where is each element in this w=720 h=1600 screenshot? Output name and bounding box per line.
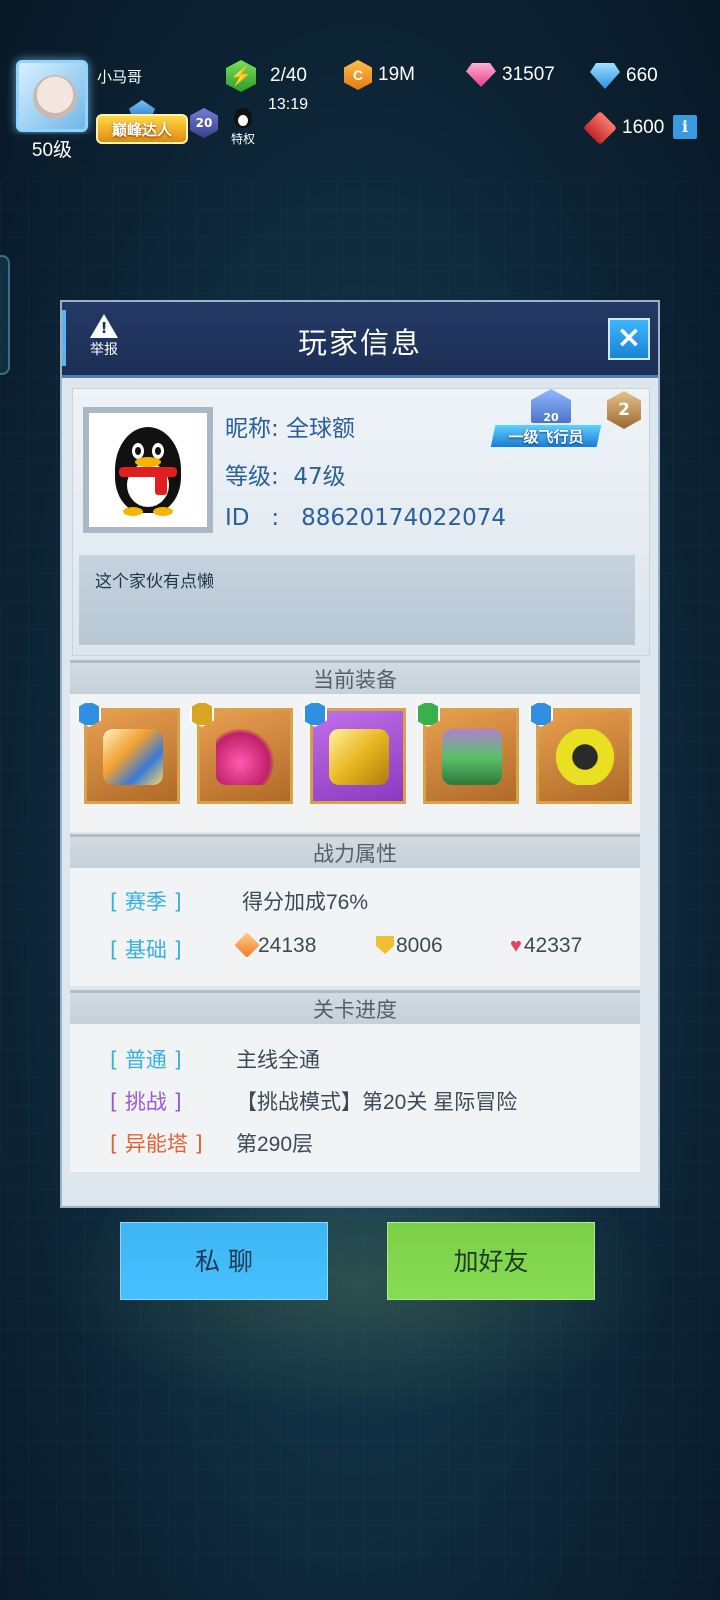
- background-glow: [0, 1180, 720, 1440]
- equip-slot-gold-chip[interactable]: [303, 701, 406, 804]
- equipment-header: 当前装备: [70, 660, 640, 694]
- pink-gem-icon: [466, 63, 496, 87]
- profile-id: ID : 88620174022074: [225, 505, 506, 531]
- season-value: 得分加成76%: [242, 891, 369, 914]
- diamond-counter[interactable]: 660: [590, 63, 658, 89]
- diamond-value: 660: [626, 65, 658, 86]
- season-label: [ 赛季 ]: [110, 890, 182, 914]
- health-stat: ♥42337: [510, 934, 582, 958]
- fighter-ship-icon: [103, 729, 163, 785]
- pink-gem-value: 31507: [502, 64, 555, 85]
- add-friend-button[interactable]: 加好友: [387, 1222, 595, 1300]
- normal-label: [ 普通 ]: [110, 1048, 182, 1072]
- bio-text: 这个家伙有点懒: [95, 572, 214, 592]
- rarity-gem-icon: [77, 701, 101, 727]
- player-level: 50级: [12, 134, 92, 163]
- bio-box: 这个家伙有点懒: [79, 555, 635, 645]
- challenge-label: [ 挑战 ]: [110, 1090, 182, 1114]
- energy-counter[interactable]: ⚡ 2/40: [226, 60, 307, 92]
- avatar-face: [33, 75, 77, 119]
- token-value: 1600: [622, 117, 665, 138]
- combat-section: 战力属性 [ 赛季 ] 得分加成76% [ 基础 ] 24138 8006 ♥4…: [70, 834, 640, 986]
- equip-slot-pink-claw[interactable]: [190, 701, 293, 804]
- gold-chip-icon: [329, 729, 389, 785]
- side-drawer-handle[interactable]: [0, 255, 10, 375]
- token-counter[interactable]: 1600: [583, 111, 665, 145]
- tier-badge: 2: [607, 391, 641, 429]
- dialog-header: ! 举报 玩家信息 ×: [62, 302, 658, 378]
- penguin-avatar-icon: [115, 427, 181, 517]
- sword-icon: [234, 932, 260, 958]
- combat-header: 战力属性: [70, 834, 640, 868]
- coin-counter[interactable]: C 19M: [344, 60, 415, 90]
- privilege-label: 特权: [230, 132, 255, 146]
- base-label: [ 基础 ]: [110, 938, 182, 962]
- title-badge[interactable]: 巅峰达人: [96, 100, 188, 152]
- rarity-gem-icon: [303, 701, 327, 727]
- pilot-rank-emblem: 20 一级飞行员: [488, 389, 604, 469]
- tower-value: 第290层: [236, 1133, 314, 1156]
- shield-icon: [376, 936, 394, 954]
- attack-value: 24138: [258, 934, 317, 957]
- pink-claw-icon: [216, 729, 276, 785]
- privilege-button[interactable]: 特权: [228, 108, 258, 147]
- yellow-drone-icon: [555, 729, 615, 785]
- progress-section: 关卡进度 [ 普通 ] 主线全通 [ 挑战 ] 【挑战模式】第20关 星际冒险 …: [70, 990, 640, 1172]
- attack-stat: 24138: [234, 932, 317, 958]
- equip-slot-yellow-drone[interactable]: [529, 701, 632, 804]
- dialog-title: 玩家信息: [297, 326, 422, 360]
- challenge-value: 【挑战模式】第20关 星际冒险: [236, 1091, 518, 1114]
- profile-level: 等级: 47级: [225, 464, 346, 490]
- green-mech-icon: [442, 729, 502, 785]
- energy-icon: ⚡: [226, 60, 256, 92]
- normal-value: 主线全通: [236, 1049, 320, 1072]
- penguin-icon: [234, 108, 252, 128]
- pink-gem-counter[interactable]: 31507: [466, 63, 555, 87]
- equip-slot-fighter-ship[interactable]: [77, 701, 180, 804]
- private-chat-button[interactable]: 私 聊: [120, 1222, 328, 1300]
- rarity-gem-icon: [416, 701, 440, 727]
- coin-value: 19M: [378, 64, 415, 85]
- tower-label: [ 异能塔 ]: [110, 1132, 203, 1156]
- defense-stat: 8006: [376, 934, 443, 958]
- progress-header: 关卡进度: [70, 990, 640, 1024]
- profile-card: 昵称: 全球额 等级: 47级 ID : 88620174022074 20 一…: [72, 388, 650, 656]
- heart-icon: ♥: [510, 935, 522, 957]
- player-info-dialog: ! 举报 玩家信息 × 昵称: 全球额 等级: 47级 ID : 8862017…: [60, 300, 660, 1208]
- rarity-gem-icon: [529, 701, 553, 727]
- token-icon: [583, 111, 617, 145]
- defense-value: 8006: [396, 934, 443, 957]
- equipment-section: 当前装备: [70, 660, 640, 832]
- profile-avatar: [83, 407, 213, 533]
- coin-icon: C: [344, 60, 372, 90]
- top-hud: 50级 小马哥 巅峰达人 20 特权 ⚡ 2/40 13:19 C 19M 31…: [0, 0, 720, 170]
- rank-badge[interactable]: 20: [190, 108, 218, 138]
- energy-timer: 13:19: [268, 96, 309, 113]
- player-avatar[interactable]: [16, 60, 88, 132]
- profile-nickname: 昵称: 全球额: [225, 416, 356, 442]
- player-name: 小马哥: [97, 68, 143, 86]
- health-value: 42337: [523, 934, 583, 957]
- close-icon[interactable]: ×: [608, 318, 650, 360]
- title-badge-label: 巅峰达人: [111, 121, 172, 139]
- equip-slot-green-mech[interactable]: [416, 701, 519, 804]
- diamond-icon: [590, 63, 620, 89]
- rarity-gem-icon: [190, 701, 214, 727]
- rank-emblem-label: 一级飞行员: [508, 428, 584, 446]
- energy-value: 2/40: [270, 65, 307, 86]
- info-icon[interactable]: i: [673, 115, 697, 139]
